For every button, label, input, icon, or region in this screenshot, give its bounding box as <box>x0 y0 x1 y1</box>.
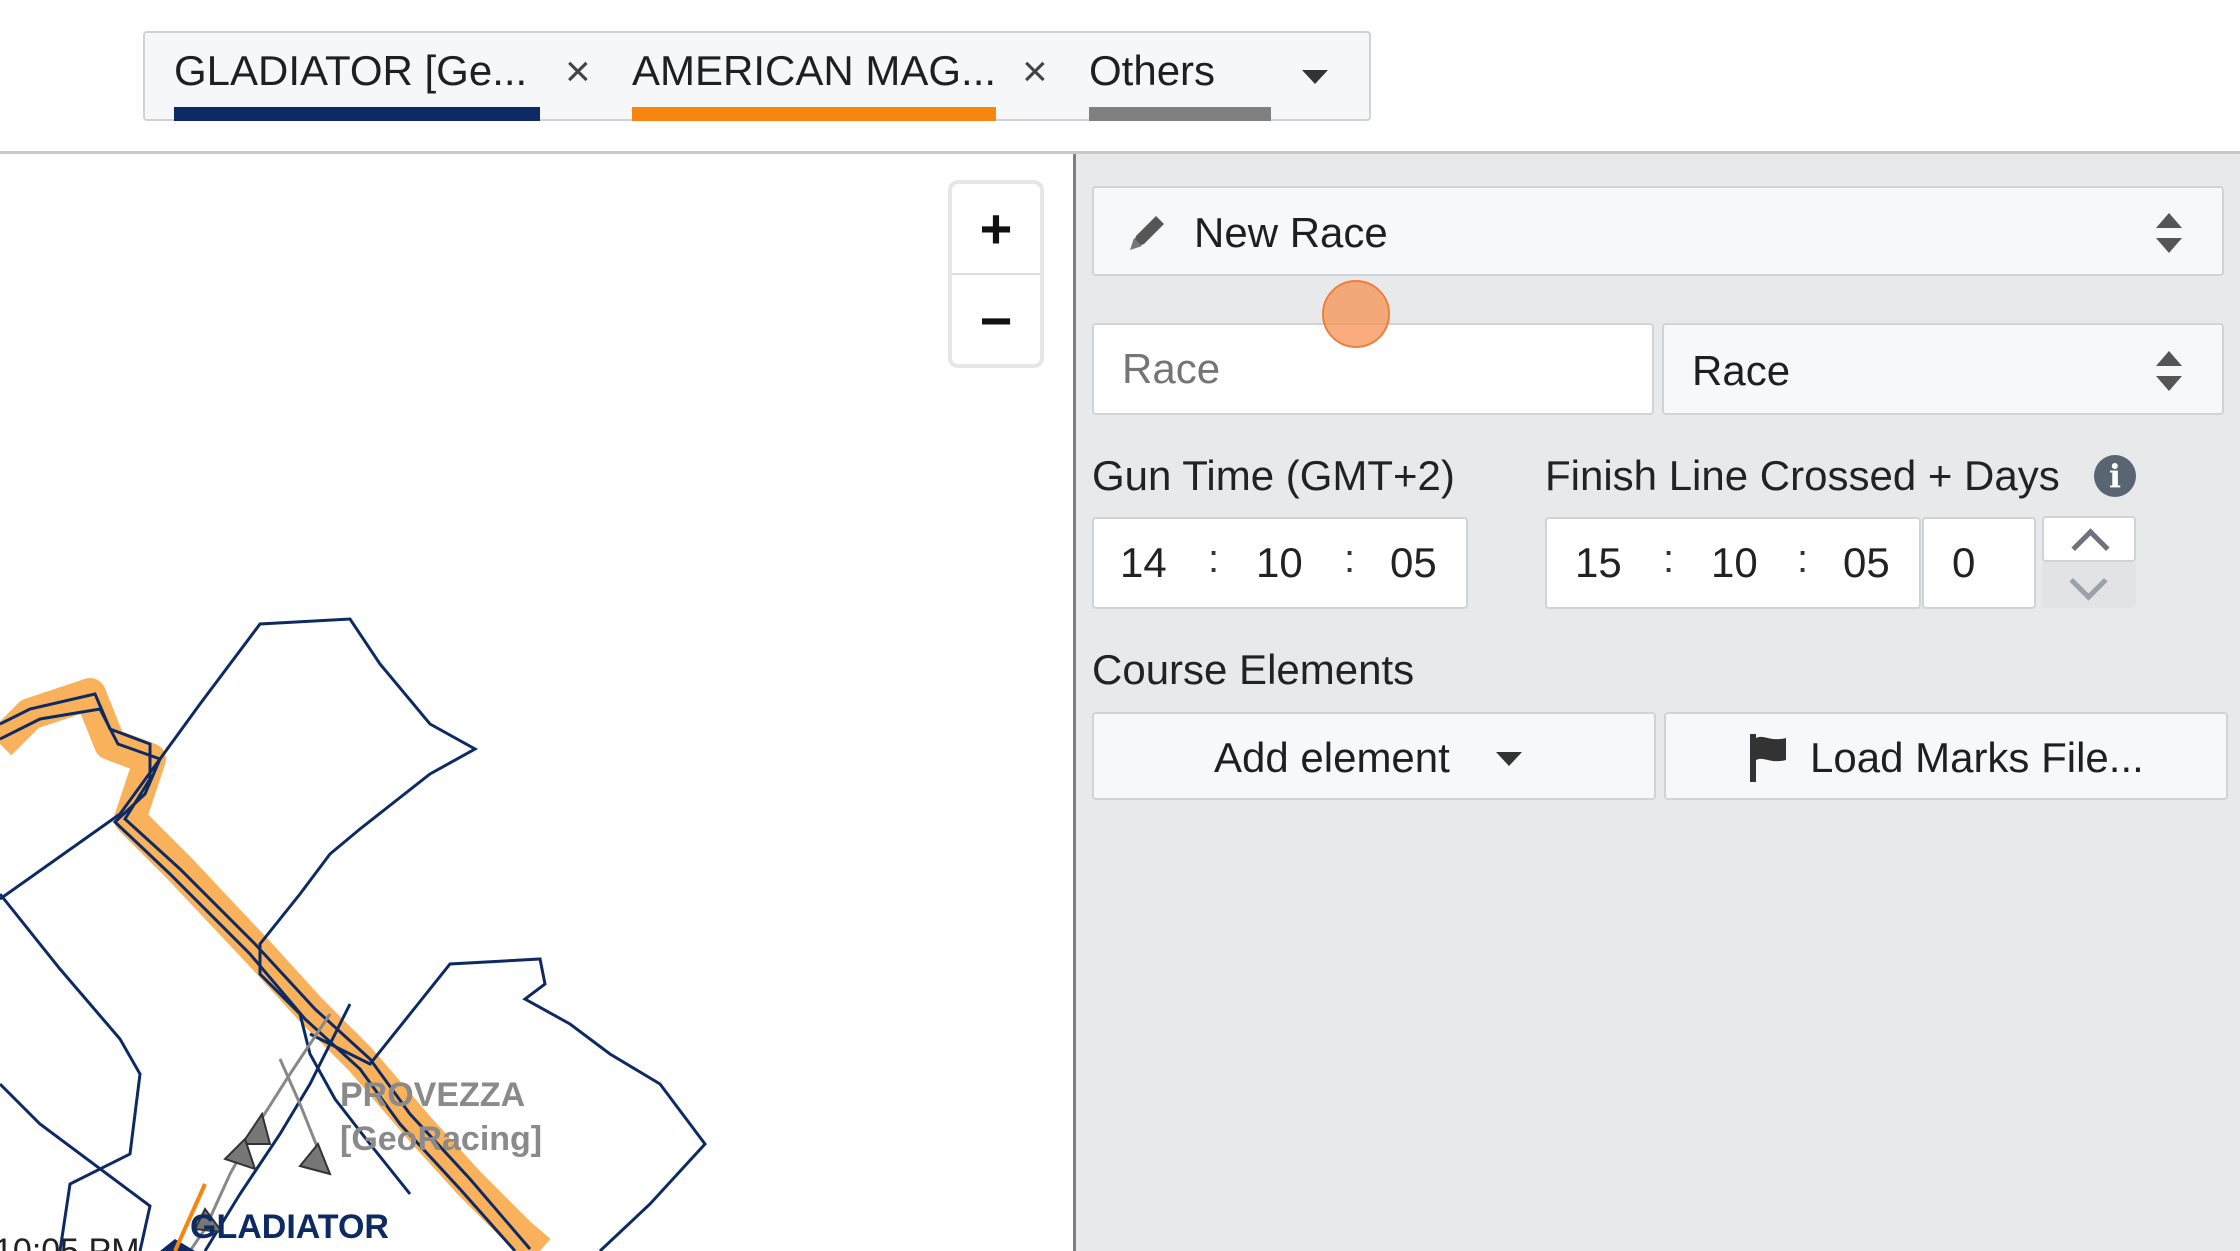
boat-chip-label: AMERICAN MAG... <box>632 47 997 94</box>
pencil-icon <box>1130 216 1164 250</box>
course-elements-label: Course Elements <box>1092 646 1415 693</box>
time-separator: : <box>1344 537 1356 581</box>
dropdown-caret-icon[interactable] <box>1302 70 1328 84</box>
boat-color-bar <box>632 107 996 121</box>
boat-chip-american-magic[interactable]: AMERICAN MAG... <box>632 33 996 121</box>
race-selector[interactable]: New Race <box>1092 186 2224 276</box>
boat-color-bar <box>174 107 540 121</box>
boat-chip-label: Others <box>1089 47 1216 94</box>
remove-boat-gladiator-icon[interactable]: × <box>565 47 591 97</box>
finish-time-hours[interactable]: 15 <box>1575 539 1622 587</box>
info-icon[interactable]: i <box>2094 455 2136 497</box>
provezza-sublabel[interactable]: [GeoRacing] <box>340 1120 542 1159</box>
finish-time-minutes[interactable]: 10 <box>1711 539 1758 587</box>
finish-line-label: Finish Line Crossed + Days <box>1545 452 2060 499</box>
days-increment-button[interactable] <box>2042 516 2136 567</box>
boat-chip-others[interactable]: Others <box>1089 33 1271 121</box>
days-stepper <box>2042 516 2136 610</box>
boat-chip-gladiator[interactable]: GLADIATOR [Ge... <box>174 33 540 121</box>
dropdown-caret-icon <box>1496 752 1522 766</box>
boat-marker-icon[interactable] <box>298 1142 332 1176</box>
days-input[interactable]: 0 <box>1922 517 2036 609</box>
gun-time-seconds[interactable]: 05 <box>1390 539 1437 587</box>
track-canvas <box>0 617 707 1251</box>
gun-time-label: Gun Time (GMT+2) <box>1092 452 1455 499</box>
flag-icon <box>1750 734 1786 782</box>
boat-selection-bar: GLADIATOR [Ge... × AMERICAN MAG... × Oth… <box>0 0 2240 154</box>
zoom-control: + − <box>948 180 1044 368</box>
zoom-out-button[interactable]: − <box>952 276 1040 364</box>
boat-color-bar <box>1089 107 1271 121</box>
finish-time-seconds[interactable]: 05 <box>1843 539 1890 587</box>
remove-boat-american-magic-icon[interactable]: × <box>1022 47 1048 97</box>
gun-time-minutes[interactable]: 10 <box>1256 539 1303 587</box>
boat-chip-label: GLADIATOR [Ge... <box>174 47 528 94</box>
time-separator: : <box>1663 537 1675 581</box>
race-map[interactable]: PROVEZZA [GeoRacing] GLADIATOR 10:05 PM … <box>0 154 1073 1251</box>
gladiator-track <box>0 893 142 1251</box>
gun-time-hours[interactable]: 14 <box>1120 539 1167 587</box>
time-separator: : <box>1797 537 1809 581</box>
zoom-in-button[interactable]: + <box>952 184 1040 272</box>
load-marks-file-label: Load Marks File... <box>1810 734 2144 781</box>
provezza-label[interactable]: PROVEZZA <box>340 1076 525 1115</box>
race-type-value: Race <box>1692 347 1791 394</box>
time-separator: : <box>1208 537 1220 581</box>
boat-multiselect[interactable]: GLADIATOR [Ge... × AMERICAN MAG... × Oth… <box>143 31 1371 121</box>
race-selector-value: New Race <box>1194 209 1388 256</box>
days-decrement-button[interactable] <box>2042 562 2136 608</box>
gun-time-input[interactable]: 14 : 10 : 05 <box>1092 517 1468 609</box>
click-indicator <box>1322 280 1390 348</box>
zoom-divider <box>952 273 1040 275</box>
gladiator-track <box>0 1082 152 1251</box>
race-type-select[interactable]: Race <box>1662 323 2224 415</box>
timestamp-label: 10:05 PM <box>0 1232 140 1251</box>
add-element-button[interactable]: Add element <box>1092 712 1656 800</box>
load-marks-file-button[interactable]: Load Marks File... <box>1664 712 2228 800</box>
race-editor-panel <box>1076 154 2240 1251</box>
select-updown-icon <box>2154 351 2184 391</box>
finish-time-input[interactable]: 15 : 10 : 05 <box>1545 517 1921 609</box>
days-value[interactable]: 0 <box>1952 539 1975 587</box>
add-element-label: Add element <box>1214 734 1450 781</box>
chevron-down-icon <box>2069 562 2108 601</box>
gladiator-label[interactable]: GLADIATOR <box>190 1208 389 1247</box>
select-updown-icon <box>2154 213 2184 253</box>
chevron-up-icon <box>2071 528 2110 567</box>
